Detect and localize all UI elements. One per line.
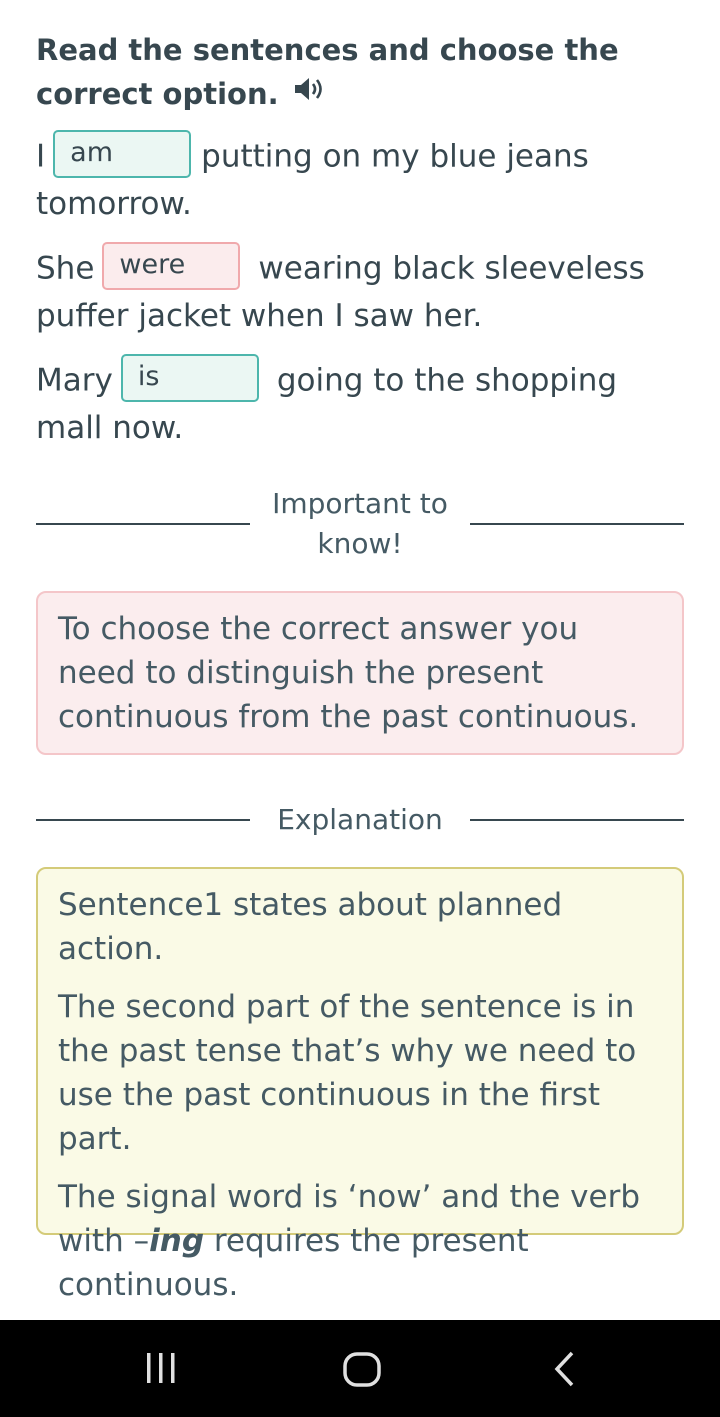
explanation-heading: Explanation xyxy=(277,803,443,836)
sentence-2-start: She xyxy=(36,250,95,287)
home-icon[interactable] xyxy=(342,1352,382,1392)
sentence-3: Mary is going to the shopping mall now. xyxy=(36,354,684,450)
explanation-p3-emphasis: ing xyxy=(149,1223,205,1259)
important-divider: Important to know! xyxy=(36,484,684,564)
exercise-title: Read the sentences and choose the correc… xyxy=(36,28,684,116)
explanation-paragraph-2: The second part of the sentence is in th… xyxy=(58,989,637,1157)
sentence-2: She were wearing black sleeveless puffer j… xyxy=(36,242,684,338)
answer-box-2[interactable]: were xyxy=(102,242,241,290)
explanation-divider: Explanation xyxy=(36,800,684,840)
explanation-paragraph-1: Sentence1 states about planned action. xyxy=(58,887,563,967)
divider-line-left xyxy=(36,819,250,821)
divider-line-right xyxy=(470,523,684,525)
answer-box-1[interactable]: am xyxy=(53,130,192,178)
divider-line-left xyxy=(36,523,250,525)
important-box: To choose the correct answer you need to… xyxy=(36,591,684,755)
back-icon[interactable] xyxy=(548,1350,580,1392)
sentence-1-start: I xyxy=(36,138,46,175)
answer-box-3[interactable]: is xyxy=(120,354,259,402)
title-text: Read the sentences and choose the correc… xyxy=(36,33,619,111)
exercise-content: Read the sentences and choose the correc… xyxy=(36,28,684,1303)
recent-apps-icon[interactable] xyxy=(144,1350,180,1390)
android-navigation-bar xyxy=(0,1320,720,1417)
important-text: To choose the correct answer you need to… xyxy=(58,611,639,735)
explanation-box: Sentence1 states about planned action. T… xyxy=(36,867,684,1303)
sentence-3-start: Mary xyxy=(36,362,113,399)
sentence-1: Iam putting on my blue jeans tomorrow. xyxy=(36,130,684,226)
explanation-paragraph-3: The signal word is ‘now’ and the verb wi… xyxy=(58,1175,662,1307)
important-heading: Important to know! xyxy=(272,487,448,560)
divider-line-right xyxy=(469,819,684,821)
speaker-icon[interactable] xyxy=(293,71,325,115)
